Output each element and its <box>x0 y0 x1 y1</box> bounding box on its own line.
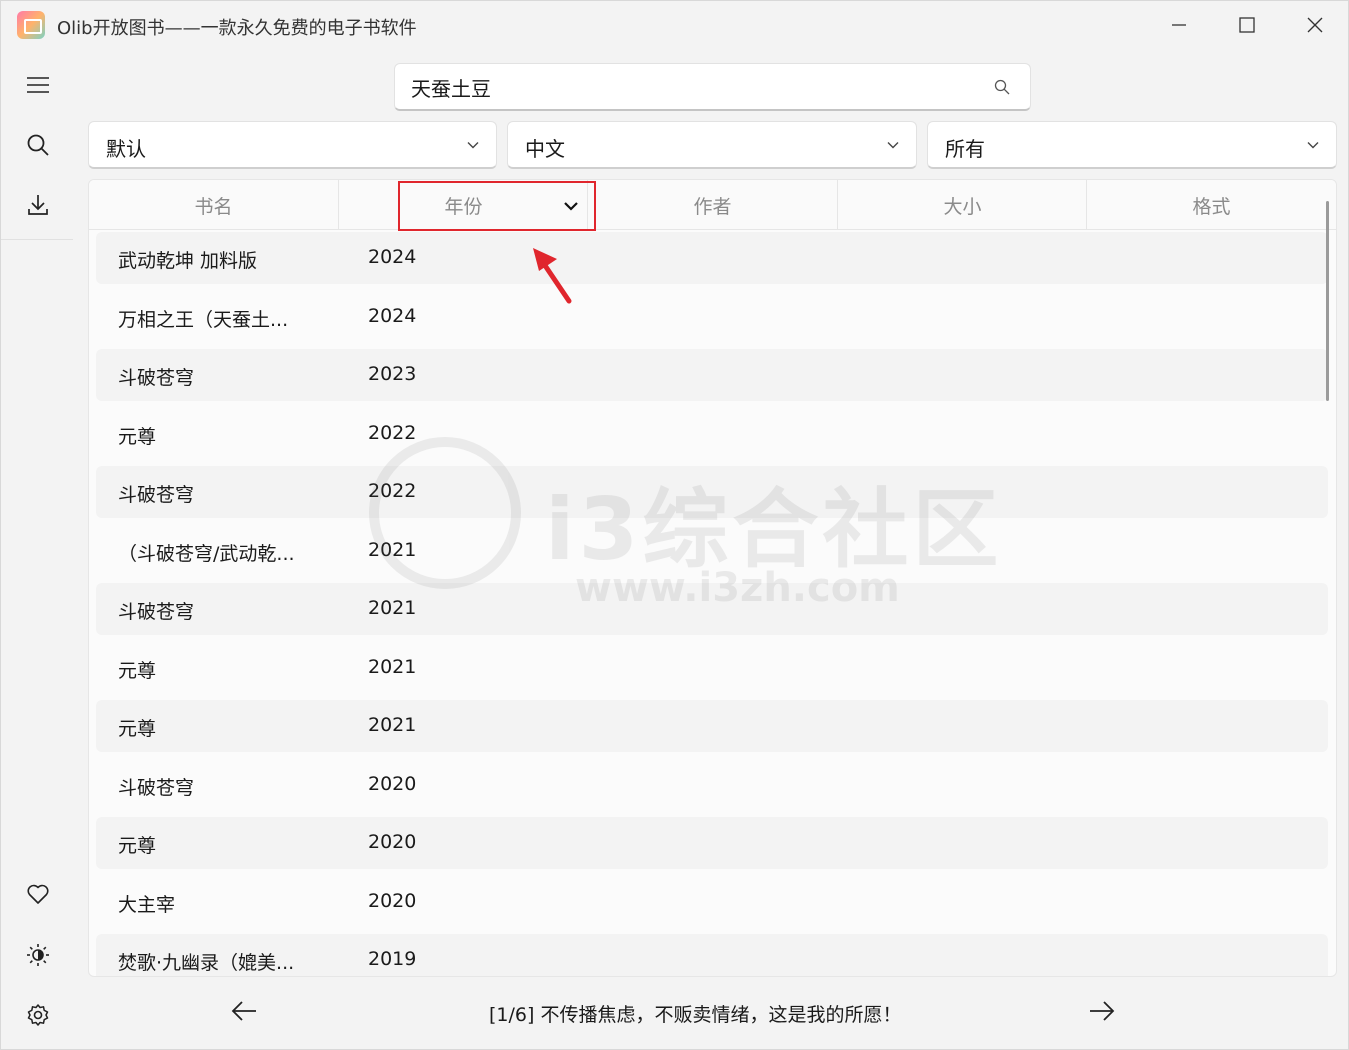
gear-icon <box>27 1004 49 1026</box>
format-dropdown[interactable]: 所有 <box>927 121 1337 169</box>
settings-button[interactable] <box>13 993 63 1037</box>
menu-button[interactable] <box>13 63 63 107</box>
language-dropdown[interactable]: 中文 <box>507 121 917 169</box>
favorites-button[interactable] <box>13 872 63 916</box>
rail-divider <box>1 239 73 240</box>
book-year: 2019 <box>368 948 417 970</box>
table-row[interactable]: 焚歌·九幽录（媲美... 2019 <box>96 934 1328 976</box>
book-title: 大主宰 <box>118 893 176 916</box>
search-input[interactable] <box>411 72 971 102</box>
table-row[interactable]: 斗破苍穹 2021 <box>96 583 1328 635</box>
book-title: 元尊 <box>118 659 157 682</box>
book-year: 2020 <box>368 772 417 795</box>
close-icon <box>1307 17 1323 33</box>
book-title: 斗破苍穹 <box>118 601 195 623</box>
annotation-highlight-box <box>398 181 596 231</box>
book-year: 2020 <box>368 889 417 912</box>
book-year: 2023 <box>368 363 417 385</box>
book-year: 2021 <box>368 714 417 736</box>
table-header: 书名 年份 作者 大小 格式 <box>89 180 1336 230</box>
book-year: 2021 <box>368 538 417 561</box>
book-title: 斗破苍穹 <box>118 776 195 799</box>
next-page-button[interactable] <box>1082 993 1122 1029</box>
maximize-icon <box>1239 17 1255 33</box>
book-title: 斗破苍穹 <box>118 484 195 506</box>
book-title: 元尊 <box>118 425 157 448</box>
table-scrollbar[interactable] <box>1326 201 1329 401</box>
heart-icon <box>27 884 49 904</box>
column-header-format[interactable]: 格式 <box>1087 180 1336 230</box>
book-year: 2022 <box>368 421 417 444</box>
nav-search-button[interactable] <box>13 123 63 167</box>
book-title: 斗破苍穹 <box>118 367 195 389</box>
hamburger-icon <box>27 77 49 93</box>
search-box[interactable] <box>394 63 1031 111</box>
table-row[interactable]: 元尊 2020 <box>96 817 1328 869</box>
book-title: 武动乾坤 加料版 <box>118 250 258 272</box>
table-row[interactable]: 斗破苍穹 2022 <box>96 466 1328 518</box>
results-table: 书名 年份 作者 大小 格式 武动乾坤 加料版 2024 万相之王（天蚕土...… <box>88 179 1337 977</box>
book-year: 2021 <box>368 655 417 678</box>
arrow-left-icon <box>231 1001 256 1021</box>
prev-page-button[interactable] <box>224 993 264 1029</box>
table-row[interactable]: 元尊 2021 <box>96 700 1328 752</box>
book-title: 万相之王（天蚕土... <box>118 308 289 331</box>
title-bar: Olib开放图书——一款永久免费的电子书软件 <box>1 1 1348 49</box>
close-button[interactable] <box>1293 7 1337 43</box>
book-year: 2024 <box>368 246 417 268</box>
chevron-down-icon <box>1307 142 1319 149</box>
book-title: 焚歌·九幽录（媲美... <box>118 952 295 974</box>
column-header-title[interactable]: 书名 <box>89 180 338 230</box>
sort-dropdown-value: 默认 <box>106 137 146 161</box>
download-icon <box>28 195 48 215</box>
book-year: 2024 <box>368 304 417 327</box>
minimize-button[interactable] <box>1157 7 1201 43</box>
minimize-icon <box>1172 24 1186 26</box>
nav-download-button[interactable] <box>13 183 63 227</box>
column-header-size[interactable]: 大小 <box>838 180 1087 230</box>
table-row[interactable]: 万相之王（天蚕土... 2024 <box>96 291 1328 343</box>
sort-dropdown[interactable]: 默认 <box>88 121 497 169</box>
arrow-right-icon <box>1090 1001 1115 1021</box>
book-year: 2021 <box>368 597 417 619</box>
book-title: 元尊 <box>118 835 157 857</box>
annotation-arrow-icon <box>533 248 572 304</box>
book-title: （斗破苍穹/武动乾... <box>118 542 295 565</box>
search-icon[interactable] <box>994 79 1010 95</box>
window-title: Olib开放图书——一款永久免费的电子书软件 <box>57 18 417 39</box>
table-row[interactable]: 武动乾坤 加料版 2024 <box>96 232 1328 284</box>
maximize-button[interactable] <box>1225 7 1269 43</box>
table-row[interactable]: 斗破苍穹 2020 <box>96 759 1328 811</box>
pagination-status: [1/6] 不传播焦虑，不贩卖情绪，这是我的所愿！ <box>489 1004 902 1026</box>
app-logo-icon <box>17 11 45 39</box>
chevron-down-icon <box>887 142 899 149</box>
language-dropdown-value: 中文 <box>525 137 565 161</box>
table-row[interactable]: 大主宰 2020 <box>96 876 1328 928</box>
table-row[interactable]: 元尊 2022 <box>96 408 1328 460</box>
book-year: 2020 <box>368 831 417 853</box>
table-row[interactable]: 元尊 2021 <box>96 642 1328 694</box>
theme-toggle-button[interactable] <box>13 933 63 977</box>
table-row[interactable]: 斗破苍穹 2023 <box>96 349 1328 401</box>
column-header-author[interactable]: 作者 <box>588 180 837 230</box>
search-icon <box>27 134 49 156</box>
brightness-icon <box>27 944 49 966</box>
format-dropdown-value: 所有 <box>945 137 985 161</box>
book-title: 元尊 <box>118 718 157 740</box>
book-year: 2022 <box>368 480 417 502</box>
chevron-down-icon <box>467 142 479 149</box>
app-window: Olib开放图书——一款永久免费的电子书软件 天蚕土豆 默认 中文 所有 书名 … <box>0 0 1349 1050</box>
table-row[interactable]: （斗破苍穹/武动乾... 2021 <box>96 525 1328 577</box>
